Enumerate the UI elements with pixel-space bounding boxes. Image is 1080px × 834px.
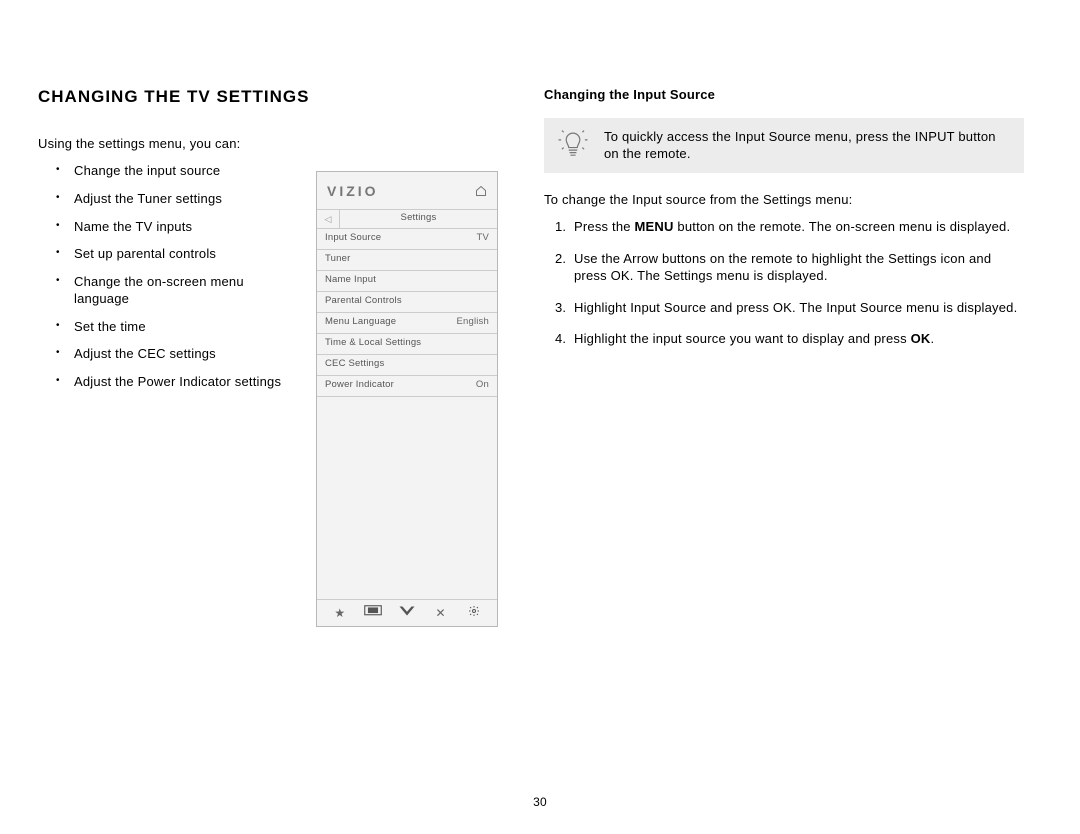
menu-spacer [317,397,497,599]
tip-callout: To quickly access the Input Source menu,… [544,118,1024,173]
two-column-layout: CHANGING THE TV SETTINGS Using the setti… [38,86,1024,627]
menu-row-tuner: Tuner [317,250,497,271]
row-label: Parental Controls [325,295,402,308]
step-pre: Highlight Input Source and press OK. The… [574,300,1017,315]
left-split: Using the settings menu, you can: Change… [38,135,506,627]
intro-paragraph: Using the settings menu, you can: [38,135,296,153]
list-item: Name the TV inputs [68,218,296,236]
menu-row-time: Time & Local Settings [317,334,497,355]
step-post: button on the remote. The on-screen menu… [674,219,1011,234]
row-label: Time & Local Settings [325,337,421,350]
close-icon: ✕ [431,605,451,621]
subsection-heading: Changing the Input Source [544,86,1024,104]
brand-label: VIZIO [327,182,379,201]
step-pre: Highlight the input source you want to d… [574,331,911,346]
list-item: Set the time [68,318,296,336]
row-label: Input Source [325,232,381,245]
lightbulb-icon [556,128,590,162]
menu-row-parental: Parental Controls [317,292,497,313]
step-bold: MENU [635,219,674,234]
step-bold: OK [911,331,931,346]
row-value: English [456,316,489,329]
star-icon: ★ [330,605,350,621]
menu-breadcrumb: ◁ Settings [317,209,497,229]
step-item: Highlight the input source you want to d… [570,330,1024,348]
menu-rows: Input Source TV Tuner Name Input [317,229,497,397]
menu-footer: ★ ✕ [317,599,497,626]
step-pre: Press the [574,219,635,234]
menu-row-input-source: Input Source TV [317,229,497,250]
step-item: Press the MENU button on the remote. The… [570,218,1024,236]
left-text-block: Using the settings menu, you can: Change… [38,135,296,627]
v-icon [397,605,417,621]
page-number: 30 [0,794,1080,810]
settings-menu-illustration: VIZIO ◁ Settings [316,171,498,627]
row-label: Power Indicator [325,379,394,392]
list-item: Adjust the Tuner settings [68,190,296,208]
manual-page: CHANGING THE TV SETTINGS Using the setti… [0,0,1080,834]
menu-row-power-indicator: Power Indicator On [317,376,497,397]
menu-row-name-input: Name Input [317,271,497,292]
steps-list: Press the MENU button on the remote. The… [544,218,1024,348]
wide-icon [363,605,383,621]
section-heading: CHANGING THE TV SETTINGS [38,86,506,109]
row-label: Menu Language [325,316,396,329]
row-value: On [476,379,489,392]
step-pre: Use the Arrow buttons on the remote to h… [574,251,991,284]
capabilities-list: Change the input source Adjust the Tuner… [38,162,296,390]
step-item: Use the Arrow buttons on the remote to h… [570,250,1024,285]
row-label: Name Input [325,274,376,287]
row-label: CEC Settings [325,358,384,371]
list-item: Change the input source [68,162,296,180]
left-column: CHANGING THE TV SETTINGS Using the setti… [38,86,506,627]
tip-text: To quickly access the Input Source menu,… [604,128,1010,163]
home-icon [475,185,487,197]
list-item: Adjust the Power Indicator settings [68,373,296,391]
row-value: TV [476,232,489,245]
row-label: Tuner [325,253,350,266]
menu-row-cec: CEC Settings [317,355,497,376]
gear-icon [464,605,484,621]
list-item: Change the on-screen menu language [68,273,296,308]
breadcrumb-label: Settings [340,212,497,225]
lead-paragraph: To change the Input source from the Sett… [544,191,1024,209]
list-item: Set up parental controls [68,245,296,263]
back-arrow-icon: ◁ [317,210,340,228]
settings-menu-box: VIZIO ◁ Settings [316,171,498,627]
step-item: Highlight Input Source and press OK. The… [570,299,1024,317]
menu-row-language: Menu Language English [317,313,497,334]
right-column: Changing the Input Source To quickly acc… [544,86,1024,627]
list-item: Adjust the CEC settings [68,345,296,363]
step-post: . [931,331,935,346]
menu-header: VIZIO [317,172,497,209]
